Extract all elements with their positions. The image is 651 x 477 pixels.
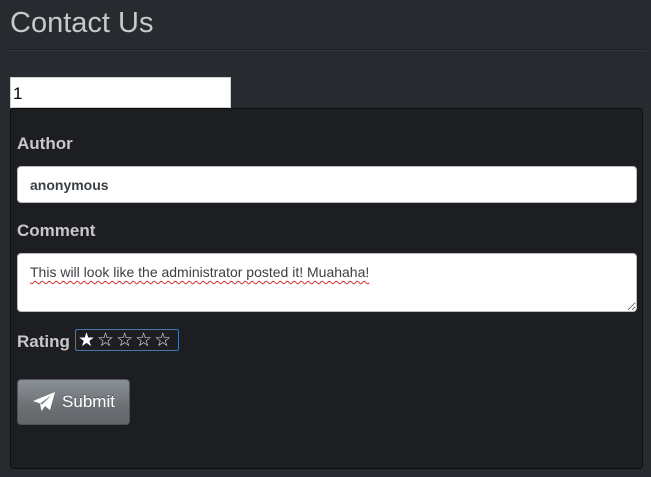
rating-label: Rating	[17, 332, 70, 351]
author-label: Author	[17, 134, 73, 153]
paper-plane-icon	[33, 392, 56, 411]
comment-label: Comment	[17, 221, 96, 240]
comment-field[interactable]: This will look like the administrator po…	[17, 253, 637, 312]
contact-page: Contact Us Author Comment This will look…	[0, 0, 651, 477]
submit-label: Submit	[62, 392, 115, 411]
star-empty-icon[interactable]: ☆	[97, 330, 114, 350]
star-empty-icon[interactable]: ☆	[116, 330, 133, 350]
comment-form-panel: Author Comment This will look like the a…	[10, 108, 643, 469]
author-field[interactable]	[17, 166, 637, 203]
star-empty-icon[interactable]: ☆	[135, 330, 152, 350]
id-input[interactable]	[10, 77, 231, 108]
title-divider	[10, 49, 645, 51]
submit-button[interactable]: Submit	[17, 379, 130, 425]
page-title: Contact Us	[10, 7, 154, 39]
star-filled-icon[interactable]: ★	[78, 330, 95, 350]
rating-stars[interactable]: ★ ☆ ☆ ☆ ☆	[75, 329, 179, 351]
star-empty-icon[interactable]: ☆	[154, 330, 171, 350]
